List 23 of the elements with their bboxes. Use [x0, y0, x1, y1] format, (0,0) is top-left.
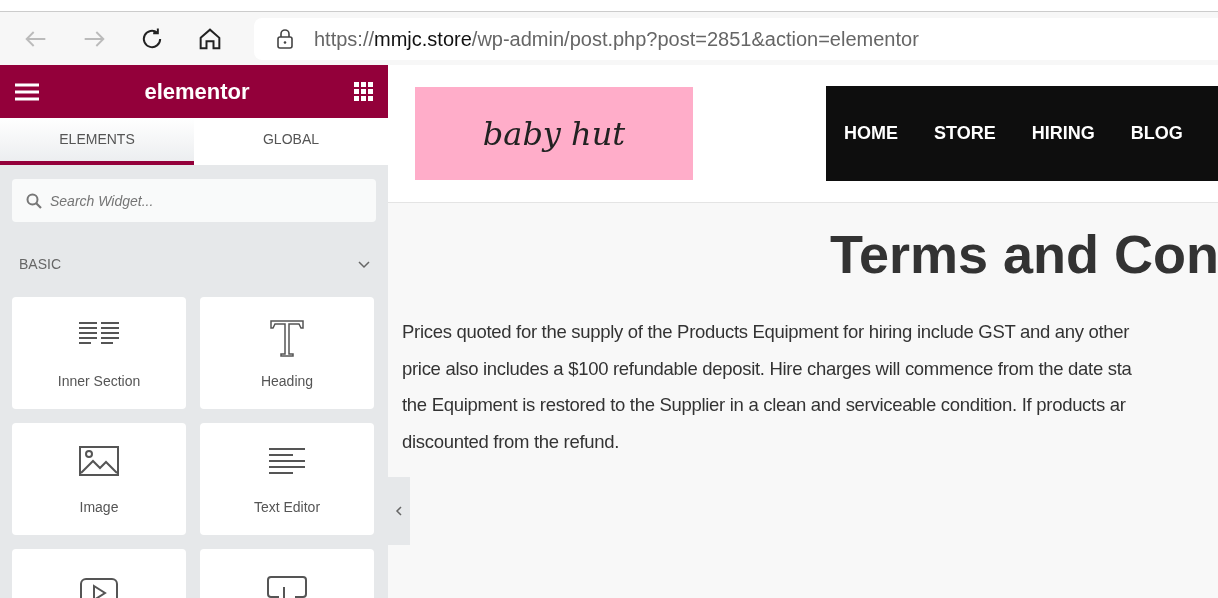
- nav-link[interactable]: HIRING: [1031, 120, 1095, 147]
- page-title: Terms and Con: [830, 225, 1218, 285]
- widget-tile[interactable]: Heading: [200, 297, 374, 409]
- search-field[interactable]: Search Widget...: [12, 179, 376, 222]
- chevron-left-icon: [395, 505, 403, 517]
- site-logo[interactable]: baby hut: [415, 87, 693, 180]
- lock-icon: [276, 27, 294, 50]
- nav-link[interactable]: BLOG: [1130, 120, 1183, 147]
- paragraph-line: Prices quoted for the supply of the Products Equipment for hiring include GST and any other: [402, 320, 1131, 345]
- widget-tile[interactable]: Text Editor: [200, 423, 374, 535]
- brand-name: elementor: [144, 78, 250, 106]
- category-label: BASIC: [19, 255, 61, 274]
- grid-icon[interactable]: [354, 81, 374, 102]
- paragraph-line: price also includes a $100 refundable deposit. Hire charges will commence from the date sta: [402, 356, 1133, 381]
- paragraph-line: the Equipment is restored to the Supplier in a clean and serviceable condition. If products ar: [402, 393, 1127, 418]
- address-bar[interactable]: https://mmjc.store/wp-admin/post.php?post=2851&action=elementor: [254, 17, 1218, 60]
- menu-icon[interactable]: [14, 81, 40, 102]
- widget-tile[interactable]: Image: [12, 423, 186, 535]
- paragraph-line: discounted from the refund.: [402, 429, 621, 454]
- nav-link[interactable]: HOME: [844, 120, 898, 147]
- chevron-icon[interactable]: [358, 261, 370, 270]
- widget-tile[interactable]: Inner Section: [12, 297, 186, 409]
- nav-link[interactable]: STORE: [934, 120, 996, 147]
